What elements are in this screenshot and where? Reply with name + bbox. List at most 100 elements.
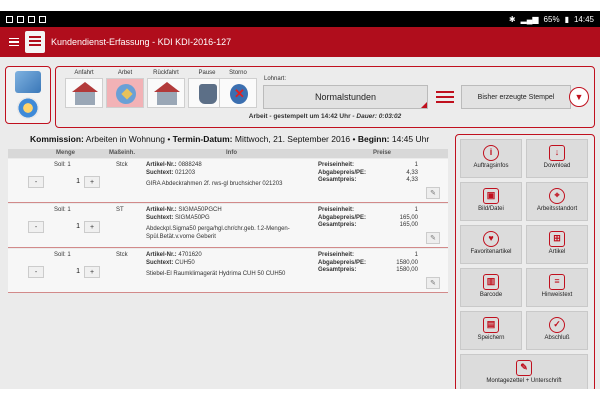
soll-value: Soll: 1 [54, 252, 71, 258]
edit-icon[interactable]: ✎ [426, 232, 440, 244]
article-info: Artikel-Nr.: 0888248 Suchtext: 021203 GI… [146, 162, 321, 189]
abgabepreis-label: Abgabepreis/PE: [318, 169, 367, 176]
compass-icon[interactable] [17, 97, 39, 119]
quantity-stepper: - 1 + [28, 176, 100, 188]
technician-icon[interactable] [15, 71, 41, 93]
left-icon-panel [5, 66, 51, 124]
notification-icon [39, 15, 46, 23]
status-right: ✱ ▂▄▆ 65% ▮ 14:45 [509, 15, 594, 24]
unit-value: Stck [116, 162, 128, 168]
anfahrt-label: Anfahrt [74, 70, 94, 76]
device-bottom [0, 389, 600, 400]
decrement-button[interactable]: - [28, 176, 44, 188]
abgabepreis-label: Abgabepreis/PE: [318, 214, 367, 221]
abschluss-label: Abschluß [544, 335, 570, 341]
artikel-label: Artikel [548, 249, 566, 255]
arbeitsstandort-button[interactable]: ⌖ Arbeitsstandort [526, 182, 588, 221]
price-info: Preiseinheit: 1 Abgabepreis/PE: 165,00 Ges… [318, 207, 418, 230]
hinweistext-button[interactable]: ≡ Hinweistext [526, 268, 588, 307]
notification-icon [6, 15, 13, 23]
notification-icon [17, 15, 24, 23]
beginn-value: 14:45 Uhr [389, 134, 430, 144]
quantity-field[interactable]: 1 [44, 266, 84, 278]
decrement-button[interactable]: - [28, 221, 44, 233]
article-info: Artikel-Nr.: 4701620 Suchtext: CUH50 Sti… [146, 252, 321, 279]
preiseinheit-value: 1 [414, 162, 418, 168]
rueckfahrt-label: Rückfahrt [153, 70, 179, 76]
basket-icon: ⊞ [549, 231, 565, 247]
action-panel: i Auftragsinfos ↓ Download ▣ Bild/Datei … [455, 134, 595, 389]
gesamtpreis-label: Gesamtpreis: [318, 177, 357, 183]
suchtext-value: CUH50 [175, 259, 195, 266]
suchtext-value: 021203 [175, 169, 196, 176]
app-screen: ✱ ▂▄▆ 65% ▮ 14:45 Kundendienst-Erfassung… [0, 11, 600, 389]
battery-level: 65% [543, 14, 560, 24]
increment-button[interactable]: + [84, 266, 100, 278]
app-title: Kundendienst-Erfassung - KDI KDI-2016-12… [51, 37, 232, 47]
menu-icon[interactable] [3, 27, 25, 57]
auftragsinfos-button[interactable]: i Auftragsinfos [460, 139, 522, 178]
download-button[interactable]: ↓ Download [526, 139, 588, 178]
gestempelt-status: Arbeit - gestempelt um 14:42 Uhr - Dauer… [56, 113, 594, 120]
speichern-button[interactable]: ▤ Speichern [460, 311, 522, 350]
abgabepreis-value: 4,33 [406, 169, 418, 176]
header-info: Info [226, 150, 237, 156]
favoritenartikel-label: Favoritenartikel [470, 249, 512, 255]
gesamtpreis-value: 1580,00 [396, 267, 418, 273]
soll-value: Soll: 1 [54, 207, 71, 213]
gesamtpreis-value: 4,33 [406, 177, 418, 183]
storno-button[interactable]: Storno [216, 70, 260, 108]
preiseinheit-label: Preiseinheit: [318, 207, 355, 213]
quantity-field[interactable]: 1 [44, 176, 84, 188]
anfahrt-button[interactable]: Anfahrt [62, 70, 106, 108]
increment-button[interactable]: + [84, 176, 100, 188]
artikel-label: Artikel-Nr.: [146, 207, 177, 213]
gesamtpreis-label: Gesamtpreis: [318, 222, 357, 228]
edit-icon[interactable]: ✎ [426, 277, 440, 289]
bild-datei-button[interactable]: ▣ Bild/Datei [460, 182, 522, 221]
article-info: Artikel-Nr.: SIGMA50PGCH Suchtext: SIGMA… [146, 207, 321, 241]
signature-icon: ✎ [516, 360, 532, 376]
header-preise: Preise [373, 150, 392, 156]
favorite-icon: ♥ [483, 231, 499, 247]
download-label: Download [543, 163, 571, 169]
save-icon: ▤ [483, 317, 499, 333]
artikel-nr: SIGMA50PGCH [178, 207, 222, 213]
barcode-label: Barcode [479, 292, 503, 298]
montagezettel-label: Montagezettel + Unterschrift [486, 378, 562, 384]
decrement-button[interactable]: - [28, 266, 44, 278]
chevron-down-icon[interactable]: ▼ [569, 87, 589, 107]
rueckfahrt-button[interactable]: Rückfahrt [144, 70, 188, 108]
header-masseinheit: Maßeinh. [109, 150, 136, 156]
list-icon[interactable] [434, 87, 456, 109]
edit-icon[interactable]: ✎ [426, 187, 440, 199]
lohnart-label: Lohnart: [264, 76, 287, 82]
device-frame: ✱ ▂▄▆ 65% ▮ 14:45 Kundendienst-Erfassung… [0, 0, 600, 400]
preiseinheit-label: Preiseinheit: [318, 252, 355, 258]
kommission-line: Kommission: Arbeiten in Wohnung • Termin… [30, 134, 429, 144]
table-row: Soll: 1 - 1 + Stck Artikel-Nr.: 4701620 … [8, 249, 448, 293]
table-row: Soll: 1 - 1 + Stck Artikel-Nr.: 0888248 … [8, 159, 448, 203]
header-menge: Menge [56, 150, 76, 156]
increment-button[interactable]: + [84, 221, 100, 233]
arbeit-button[interactable]: Arbet [103, 70, 147, 108]
article-description: Stiebel-El Raumklimagerät Hydrima CUH 50… [146, 271, 286, 277]
price-info: Preiseinheit: 1 Abgabepreis/PE: 1580,00 Ge… [318, 252, 418, 275]
suchtext-label: Suchtext: [146, 169, 174, 176]
artikel-label: Artikel-Nr.: [146, 162, 177, 168]
termin-value: Mittwoch, 21. September 2016 • [232, 134, 358, 144]
montagezettel-button[interactable]: ✎ Montagezettel + Unterschrift [460, 354, 588, 389]
note-icon: ≡ [549, 274, 565, 290]
abgabepreis-value: 1580,00 [396, 259, 418, 266]
arbeit-label: Arbet [117, 70, 133, 76]
quantity-field[interactable]: 1 [44, 221, 84, 233]
abschluss-button[interactable]: ✓ Abschluß [526, 311, 588, 350]
artikel-button[interactable]: ⊞ Artikel [526, 225, 588, 264]
favoritenartikel-button[interactable]: ♥ Favoritenartikel [460, 225, 522, 264]
storno-label: Storno [229, 70, 247, 76]
battery-icon: ▮ [564, 14, 569, 24]
barcode-button[interactable]: ▥ Barcode [460, 268, 522, 307]
lohnart-select[interactable]: Normalstunden [263, 85, 428, 109]
quantity-stepper: - 1 + [28, 221, 100, 233]
bisher-stempel-button[interactable]: Bisher erzeugte Stempel [461, 85, 571, 109]
